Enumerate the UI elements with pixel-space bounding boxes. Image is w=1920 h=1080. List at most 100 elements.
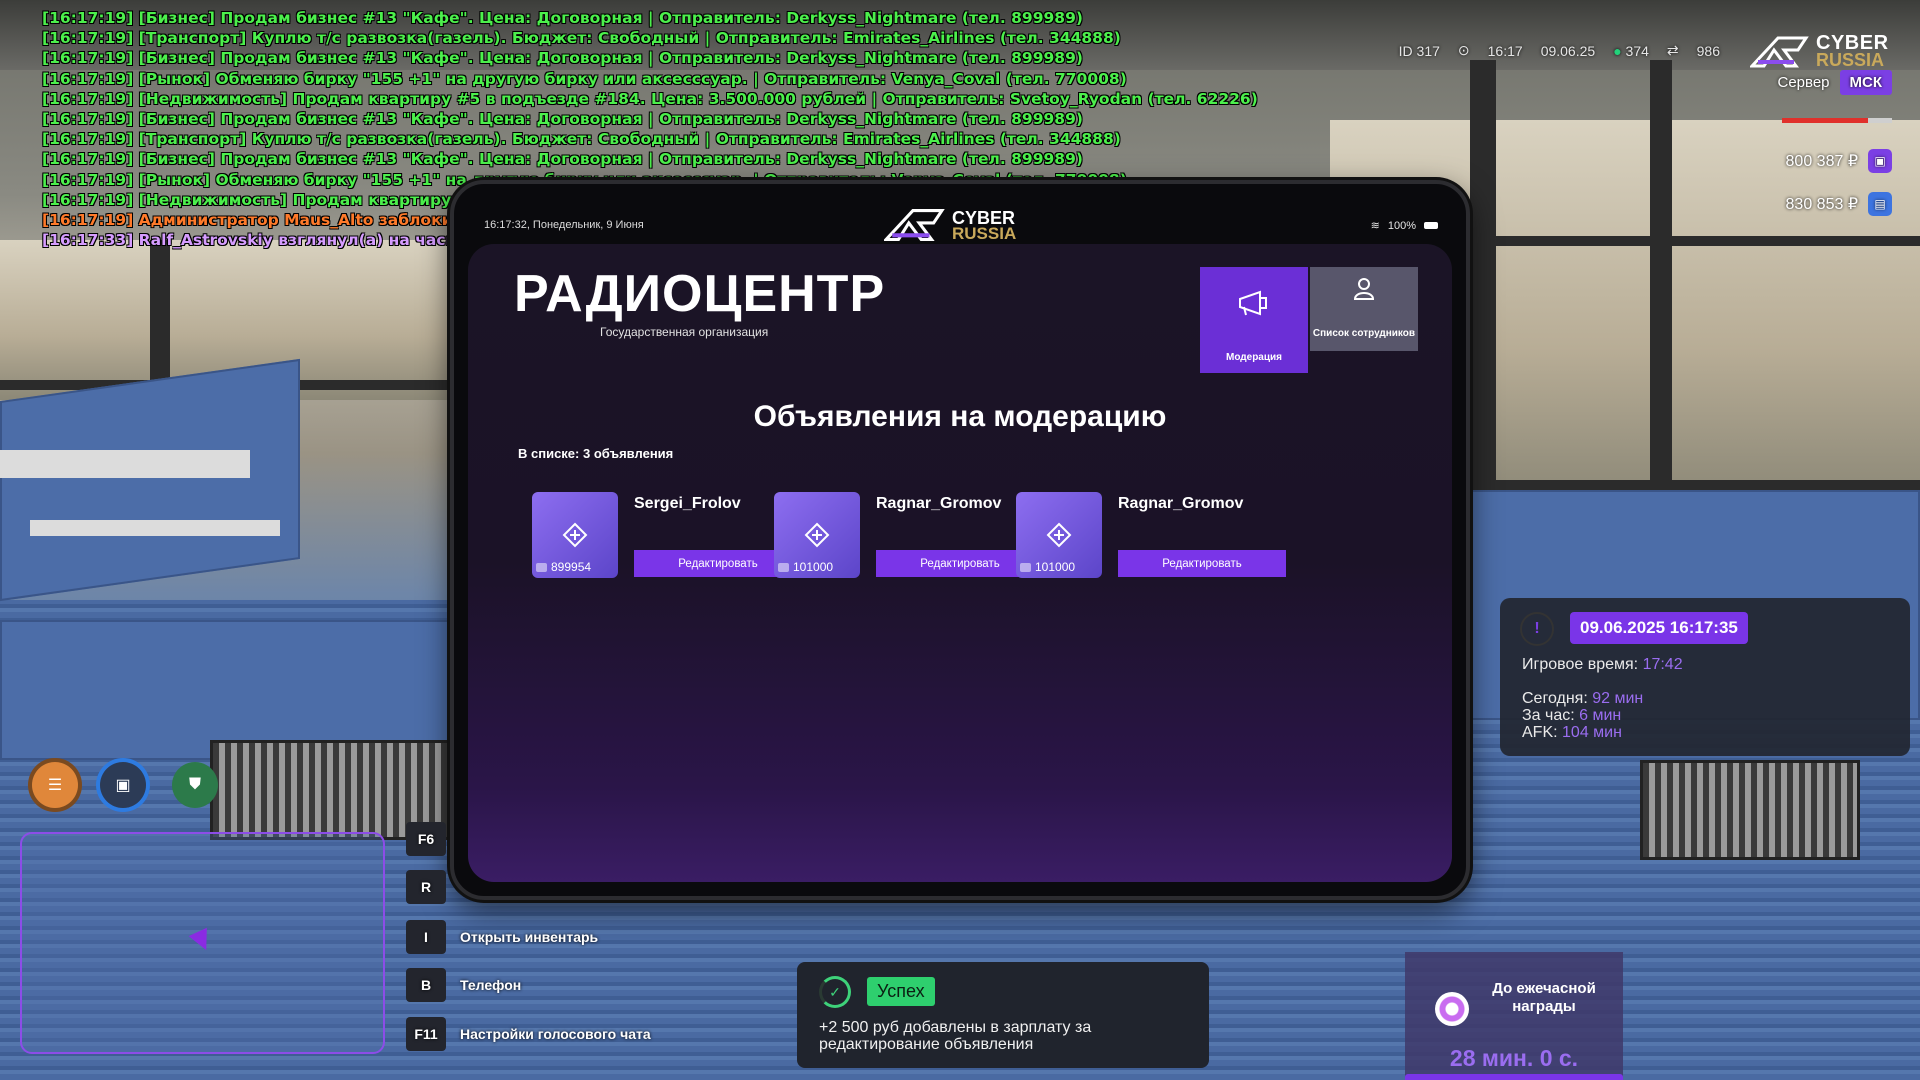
ad-card: 899954 Sergei_Frolov Редактировать — [532, 492, 802, 578]
chat-line: [16:17:19] [Транспорт] Куплю т/с развозк… — [42, 29, 1121, 48]
afk-label: AFK: — [1522, 724, 1558, 741]
diamond-icon — [562, 522, 588, 548]
battery-icon — [1424, 222, 1438, 229]
key-cap: R — [406, 870, 446, 904]
gift-icon — [1435, 992, 1469, 1026]
ad-number-value: 101000 — [793, 560, 834, 574]
game-time-label: Игровое время: — [1522, 656, 1639, 673]
tab-moderation[interactable]: Модерация — [1200, 267, 1308, 373]
tablet-status-time: 16:17:32, Понедельник, 9 Июня — [484, 219, 644, 231]
server-label: Сервер — [1777, 74, 1830, 91]
tab-staff-list[interactable]: Список сотрудников — [1310, 267, 1418, 351]
hour-value: 6 мин — [1579, 707, 1622, 724]
chat-line: [16:17:19] [Рынок] Обменяю бирку "155 +1… — [42, 69, 1127, 88]
hunger-icon: ☰ — [32, 762, 78, 808]
ping-icon: ⇄ — [1666, 42, 1679, 58]
person-icon — [1353, 278, 1375, 300]
reward-countdown: 28 мин. 0 с. — [1449, 1045, 1579, 1071]
keybind-label: Открыть инвентарь — [460, 929, 599, 945]
player-arrow-icon — [188, 927, 216, 955]
check-icon: ✓ — [819, 976, 851, 1008]
megaphone-icon — [1239, 290, 1267, 316]
ad-card: 101000 Ragnar_Gromov Редактировать — [1016, 492, 1286, 578]
card-icon: ▤ — [1868, 192, 1892, 216]
notification-message: +2 500 руб добавлены в зарплату за редак… — [819, 1019, 1092, 1053]
afk-row: AFK: 104 мин — [1522, 724, 1622, 742]
phone-icon — [1020, 562, 1031, 572]
ad-author: Sergei_Frolov — [634, 495, 741, 512]
keybind-label: Телефон — [460, 977, 522, 993]
chat-line: [16:17:19] [Бизнес] Продам бизнес #13 "К… — [42, 150, 1083, 169]
chat-line: [16:17:19] [Бизнес] Продам бизнес #13 "К… — [42, 9, 1083, 27]
org-title: РАДИОЦЕНТР — [514, 265, 886, 323]
tablet-logo-icon — [882, 209, 945, 242]
diamond-icon — [804, 522, 830, 548]
list-count: В списке: 3 объявления — [518, 446, 674, 461]
keybind-row: B Телефон — [406, 968, 521, 1002]
server-indicator: Сервер МСК — [1777, 70, 1892, 95]
diamond-icon — [1046, 522, 1072, 548]
ad-thumbnail: 101000 — [774, 492, 860, 578]
keybind-row: I Открыть инвентарь — [406, 920, 598, 954]
keybind-row: F11 Настройки голосового чата — [406, 1017, 651, 1051]
edit-button[interactable]: Редактировать — [1118, 550, 1286, 577]
hour-row: За час: 6 мин — [1522, 707, 1621, 725]
server-badge: МСК — [1839, 70, 1892, 95]
hud-date: 09.06.25 — [1540, 42, 1596, 59]
tablet: 16:17:32, Понедельник, 9 Июня CYBER RUSS… — [450, 180, 1470, 900]
real-datetime: 09.06.2025 16:17:35 — [1570, 612, 1748, 644]
today-label: Сегодня: — [1522, 690, 1588, 707]
afk-value: 104 мин — [1562, 724, 1622, 741]
time-info-panel: ! 09.06.2025 16:17:35 Игровое время: 17:… — [1500, 598, 1910, 756]
chat-line: [16:17:19] [Недвижимость] Продам квартир… — [42, 89, 1258, 108]
tablet-screen: РАДИОЦЕНТР Государственная организация М… — [468, 244, 1452, 882]
ad-number: 101000 — [778, 560, 833, 574]
tablet-status-right: ≋ 100% — [1371, 219, 1438, 232]
clock-icon: ⊙ — [1457, 42, 1470, 58]
ad-number: 899954 — [536, 560, 591, 574]
ad-author: Ragnar_Gromov — [1118, 495, 1244, 512]
today-row: Сегодня: 92 мин — [1522, 690, 1643, 708]
hud-time: 16:17 — [1487, 42, 1523, 59]
status-icon: ▣ — [100, 762, 146, 808]
today-value: 92 мин — [1592, 690, 1644, 707]
tablet-logo-russia: RUSSIA — [952, 224, 1017, 243]
phone-icon — [778, 562, 789, 572]
online-dot-icon: ● — [1613, 42, 1622, 59]
bank-value: 830 853 ₽ — [1785, 196, 1858, 213]
wallet-icon: ▣ — [1868, 149, 1892, 173]
ad-thumbnail: 101000 — [1016, 492, 1102, 578]
keybind-label: Настройки голосового чата — [460, 1026, 651, 1042]
hour-label: За час: — [1522, 707, 1575, 724]
shield-icon: ⛊ — [172, 762, 218, 808]
online-count: 374 — [1625, 42, 1649, 59]
key-cap: F6 — [406, 822, 446, 856]
notification-tag: Успех — [867, 977, 935, 1006]
ad-author: Ragnar_Gromov — [876, 495, 1002, 512]
chat-line: [16:17:19] [Бизнес] Продам бизнес #13 "К… — [42, 110, 1083, 129]
ad-thumbnail: 899954 — [532, 492, 618, 578]
bank-display: 830 853 ₽ ▤ — [1786, 192, 1892, 216]
minimap[interactable] — [20, 832, 385, 1054]
tablet-logo: CYBER RUSSIA — [882, 206, 1034, 243]
server-logo: CYBER RUSSIA — [1750, 30, 1890, 70]
ad-number: 101000 — [1020, 560, 1075, 574]
cash-display: 800 387 ₽ ▣ — [1786, 149, 1892, 173]
clock-icon: ! — [1520, 612, 1554, 646]
cash-value: 800 387 ₽ — [1785, 153, 1858, 170]
success-notification: ✓ Успех +2 500 руб добавлены в зарплату … — [797, 962, 1209, 1068]
tab-moderation-label: Модерация — [1225, 352, 1282, 363]
key-cap: F11 — [406, 1017, 446, 1051]
hourly-reward: До ежечасной награды 28 мин. 0 с. — [1405, 952, 1623, 1080]
status-bar: ID 317 ⊙ 16:17 09.06.25 ● 374 ⇄ 986 — [1399, 42, 1720, 59]
chat-line: [16:17:19] [Транспорт] Куплю т/с развозк… — [42, 130, 1121, 149]
logo-russia: RUSSIA — [1816, 50, 1885, 70]
chat-line: [16:17:19] [Бизнес] Продам бизнес #13 "К… — [42, 49, 1083, 68]
key-cap: B — [406, 968, 446, 1002]
org-subtitle: Государственная организация — [600, 325, 769, 339]
key-cap: I — [406, 920, 446, 954]
reward-title: До ежечасной награды — [1492, 980, 1596, 1015]
logo-mark-icon — [1750, 36, 1809, 68]
wifi-icon: ≋ — [1370, 220, 1380, 232]
battery-percent: 100% — [1387, 219, 1416, 232]
